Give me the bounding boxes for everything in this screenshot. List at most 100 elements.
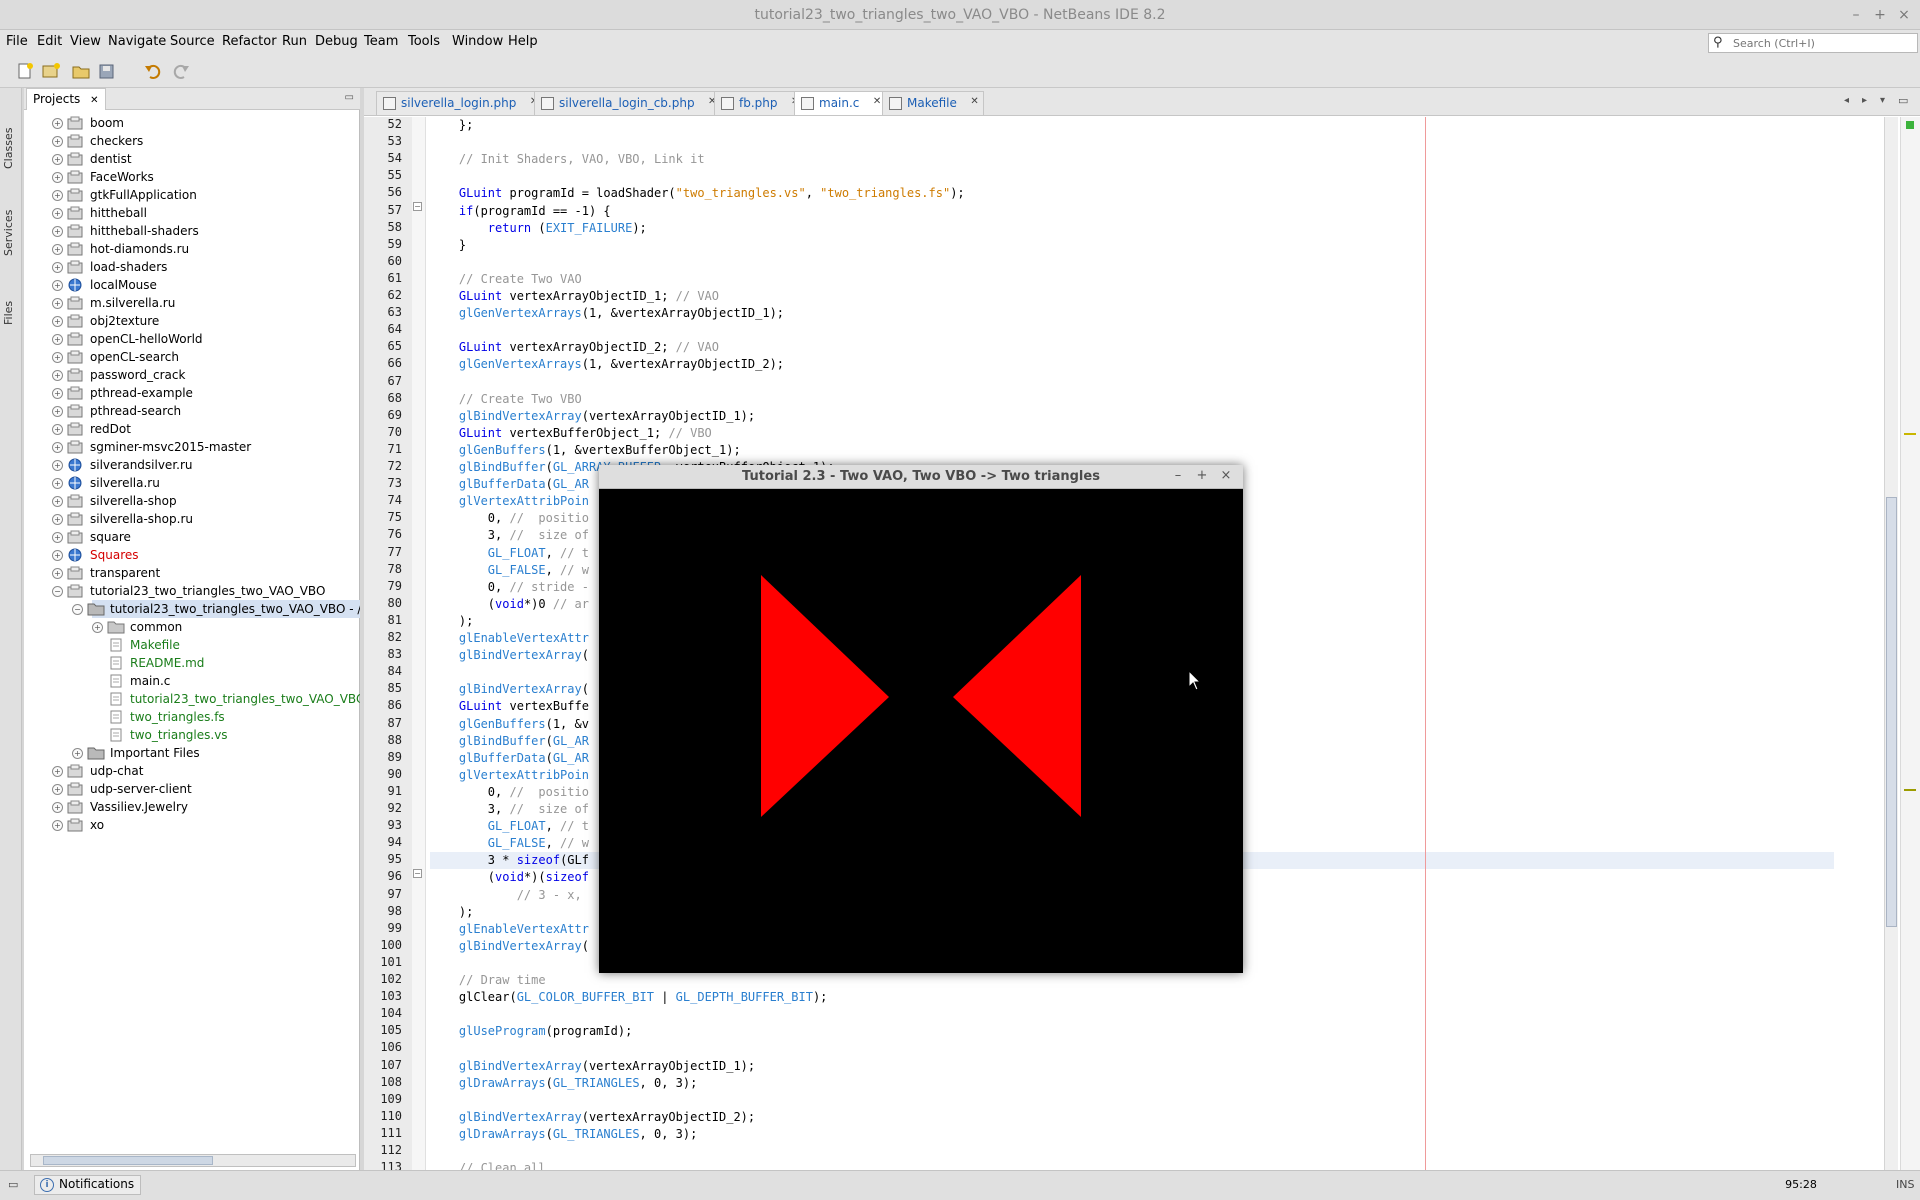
- save-all-icon[interactable]: [96, 60, 118, 82]
- code-line[interactable]: glEnableVertexAttr: [430, 921, 589, 938]
- code-line[interactable]: glVertexAttribPoin: [430, 493, 589, 510]
- code-line[interactable]: GLuint vertexBufferObject_1; // VBO: [430, 425, 712, 442]
- code-line[interactable]: // Create Two VBO: [430, 391, 582, 408]
- open-project-icon[interactable]: [70, 60, 92, 82]
- code-line[interactable]: glBindVertexArray(: [430, 681, 589, 698]
- code-line[interactable]: GL_FLOAT, // t: [430, 818, 589, 835]
- warning-marker[interactable]: [1904, 433, 1916, 435]
- minimize-button[interactable]: –: [1846, 5, 1866, 25]
- notifications-button[interactable]: i Notifications: [34, 1175, 142, 1195]
- side-tab-services[interactable]: Services: [2, 198, 20, 268]
- caret-marker[interactable]: [1904, 789, 1916, 791]
- tab-makefile[interactable]: Makefile ✕: [882, 91, 984, 115]
- code-line[interactable]: 0, // positio: [430, 510, 589, 527]
- expand-toggle-icon[interactable]: +: [52, 118, 63, 129]
- side-tab-classes[interactable]: Classes: [2, 118, 20, 178]
- code-line[interactable]: glBindVertexArray(vertexArrayObjectID_2)…: [430, 1109, 755, 1126]
- search-box[interactable]: ⚲: [1708, 33, 1918, 53]
- code-line[interactable]: glVertexAttribPoin: [430, 767, 589, 784]
- render-canvas[interactable]: [601, 491, 1241, 971]
- expand-toggle-icon[interactable]: +: [52, 190, 63, 201]
- expand-toggle-icon[interactable]: +: [92, 622, 103, 633]
- menu-refactor[interactable]: Refactor: [222, 34, 277, 49]
- menu-navigate[interactable]: Navigate: [108, 34, 166, 49]
- tab-list-icon[interactable]: ▾: [1880, 95, 1885, 106]
- code-line[interactable]: // Init Shaders, VAO, VBO, Link it: [430, 151, 705, 168]
- expand-toggle-icon[interactable]: +: [52, 424, 63, 435]
- expand-toggle-icon[interactable]: +: [52, 298, 63, 309]
- code-line[interactable]: glBindBuffer(GL_AR: [430, 733, 589, 750]
- expand-toggle-icon[interactable]: −: [52, 586, 63, 597]
- minimize-panel-icon[interactable]: ▭: [345, 92, 354, 103]
- code-line[interactable]: // Clean all: [430, 1160, 546, 1170]
- expand-toggle-icon[interactable]: +: [52, 136, 63, 147]
- expand-toggle-icon[interactable]: +: [52, 154, 63, 165]
- tab-silverella-login-php[interactable]: silverella_login.php ✕: [376, 91, 544, 115]
- close-button[interactable]: ×: [1894, 5, 1914, 25]
- code-line[interactable]: 0, // stride -: [430, 579, 589, 596]
- expand-toggle-icon[interactable]: −: [72, 604, 83, 615]
- code-line[interactable]: glClear(GL_COLOR_BUFFER_BIT | GL_DEPTH_B…: [430, 989, 828, 1006]
- code-line[interactable]: // Create Two VAO: [430, 271, 582, 288]
- menu-run[interactable]: Run: [282, 34, 307, 49]
- expand-toggle-icon[interactable]: +: [52, 550, 63, 561]
- opengl-window-titlebar[interactable]: Tutorial 2.3 - Two VAO, Two VBO -> Two t…: [599, 465, 1243, 489]
- fold-toggle[interactable]: −: [413, 202, 422, 211]
- expand-toggle-icon[interactable]: +: [52, 784, 63, 795]
- expand-toggle-icon[interactable]: +: [52, 334, 63, 345]
- code-line[interactable]: glDrawArrays(GL_TRIANGLES, 0, 3);: [430, 1075, 697, 1092]
- code-line[interactable]: if(programId == -1) {: [430, 203, 611, 220]
- menu-tools[interactable]: Tools: [408, 34, 440, 49]
- expand-toggle-icon[interactable]: +: [52, 280, 63, 291]
- scroll-tabs-left-icon[interactable]: ◂: [1844, 95, 1849, 106]
- opengl-window[interactable]: Tutorial 2.3 - Two VAO, Two VBO -> Two t…: [599, 465, 1243, 973]
- code-line[interactable]: };: [430, 117, 473, 134]
- code-line[interactable]: glGenVertexArrays(1, &vertexArrayObjectI…: [430, 356, 784, 373]
- code-line[interactable]: // Draw time: [430, 972, 546, 989]
- new-file-icon[interactable]: [14, 60, 36, 82]
- close-icon[interactable]: ✕: [873, 96, 881, 107]
- code-line[interactable]: glGenBuffers(1, &v: [430, 716, 589, 733]
- menu-source[interactable]: Source: [170, 34, 215, 49]
- expand-toggle-icon[interactable]: +: [52, 172, 63, 183]
- expand-toggle-icon[interactable]: +: [52, 460, 63, 471]
- code-line[interactable]: GLuint vertexBuffe: [430, 698, 589, 715]
- code-line[interactable]: GLuint vertexArrayObjectID_1; // VAO: [430, 288, 719, 305]
- redo-icon[interactable]: [170, 60, 192, 82]
- code-line[interactable]: }: [430, 237, 466, 254]
- side-tab-files[interactable]: Files: [2, 288, 20, 338]
- expand-toggle-icon[interactable]: +: [52, 406, 63, 417]
- maximize-button[interactable]: +: [1193, 467, 1211, 485]
- expand-toggle-icon[interactable]: +: [52, 532, 63, 543]
- code-line[interactable]: glDrawArrays(GL_TRIANGLES, 0, 3);: [430, 1126, 697, 1143]
- menu-edit[interactable]: Edit: [37, 34, 62, 49]
- expand-toggle-icon[interactable]: +: [52, 802, 63, 813]
- code-line[interactable]: glUseProgram(programId);: [430, 1023, 632, 1040]
- code-line[interactable]: GL_FLOAT, // t: [430, 545, 589, 562]
- scroll-tabs-right-icon[interactable]: ▸: [1862, 95, 1867, 106]
- code-line[interactable]: );: [430, 613, 473, 630]
- editor-vertical-scrollbar[interactable]: [1884, 117, 1898, 1170]
- expand-toggle-icon[interactable]: +: [52, 496, 63, 507]
- maximize-editor-icon[interactable]: ▭: [1898, 94, 1908, 107]
- scrollbar-thumb[interactable]: [43, 1156, 213, 1165]
- code-line[interactable]: glBindVertexArray(vertexArrayObjectID_1)…: [430, 1058, 755, 1075]
- code-line[interactable]: );: [430, 904, 473, 921]
- code-line[interactable]: glBindVertexArray(: [430, 647, 589, 664]
- code-line[interactable]: GLuint programId = loadShader("two_trian…: [430, 185, 965, 202]
- code-line[interactable]: (void*)0 // ar: [430, 596, 589, 613]
- maximize-button[interactable]: +: [1870, 5, 1890, 25]
- code-line[interactable]: return (EXIT_FAILURE);: [430, 220, 647, 237]
- code-line[interactable]: glGenBuffers(1, &vertexBufferObject_1);: [430, 442, 741, 459]
- tab-silverella-login-cb-php[interactable]: silverella_login_cb.php ✕: [534, 91, 722, 115]
- menu-file[interactable]: File: [6, 34, 28, 49]
- menu-debug[interactable]: Debug: [315, 34, 358, 49]
- code-line[interactable]: (void*)(sizeof: [430, 869, 589, 886]
- code-line[interactable]: glBindVertexArray(vertexArrayObjectID_1)…: [430, 408, 755, 425]
- expand-toggle-icon[interactable]: +: [52, 568, 63, 579]
- expand-toggle-icon[interactable]: +: [52, 226, 63, 237]
- minimize-button[interactable]: –: [1169, 467, 1187, 485]
- code-line[interactable]: GLuint vertexArrayObjectID_2; // VAO: [430, 339, 719, 356]
- menu-team[interactable]: Team: [364, 34, 398, 49]
- expand-toggle-icon[interactable]: +: [52, 352, 63, 363]
